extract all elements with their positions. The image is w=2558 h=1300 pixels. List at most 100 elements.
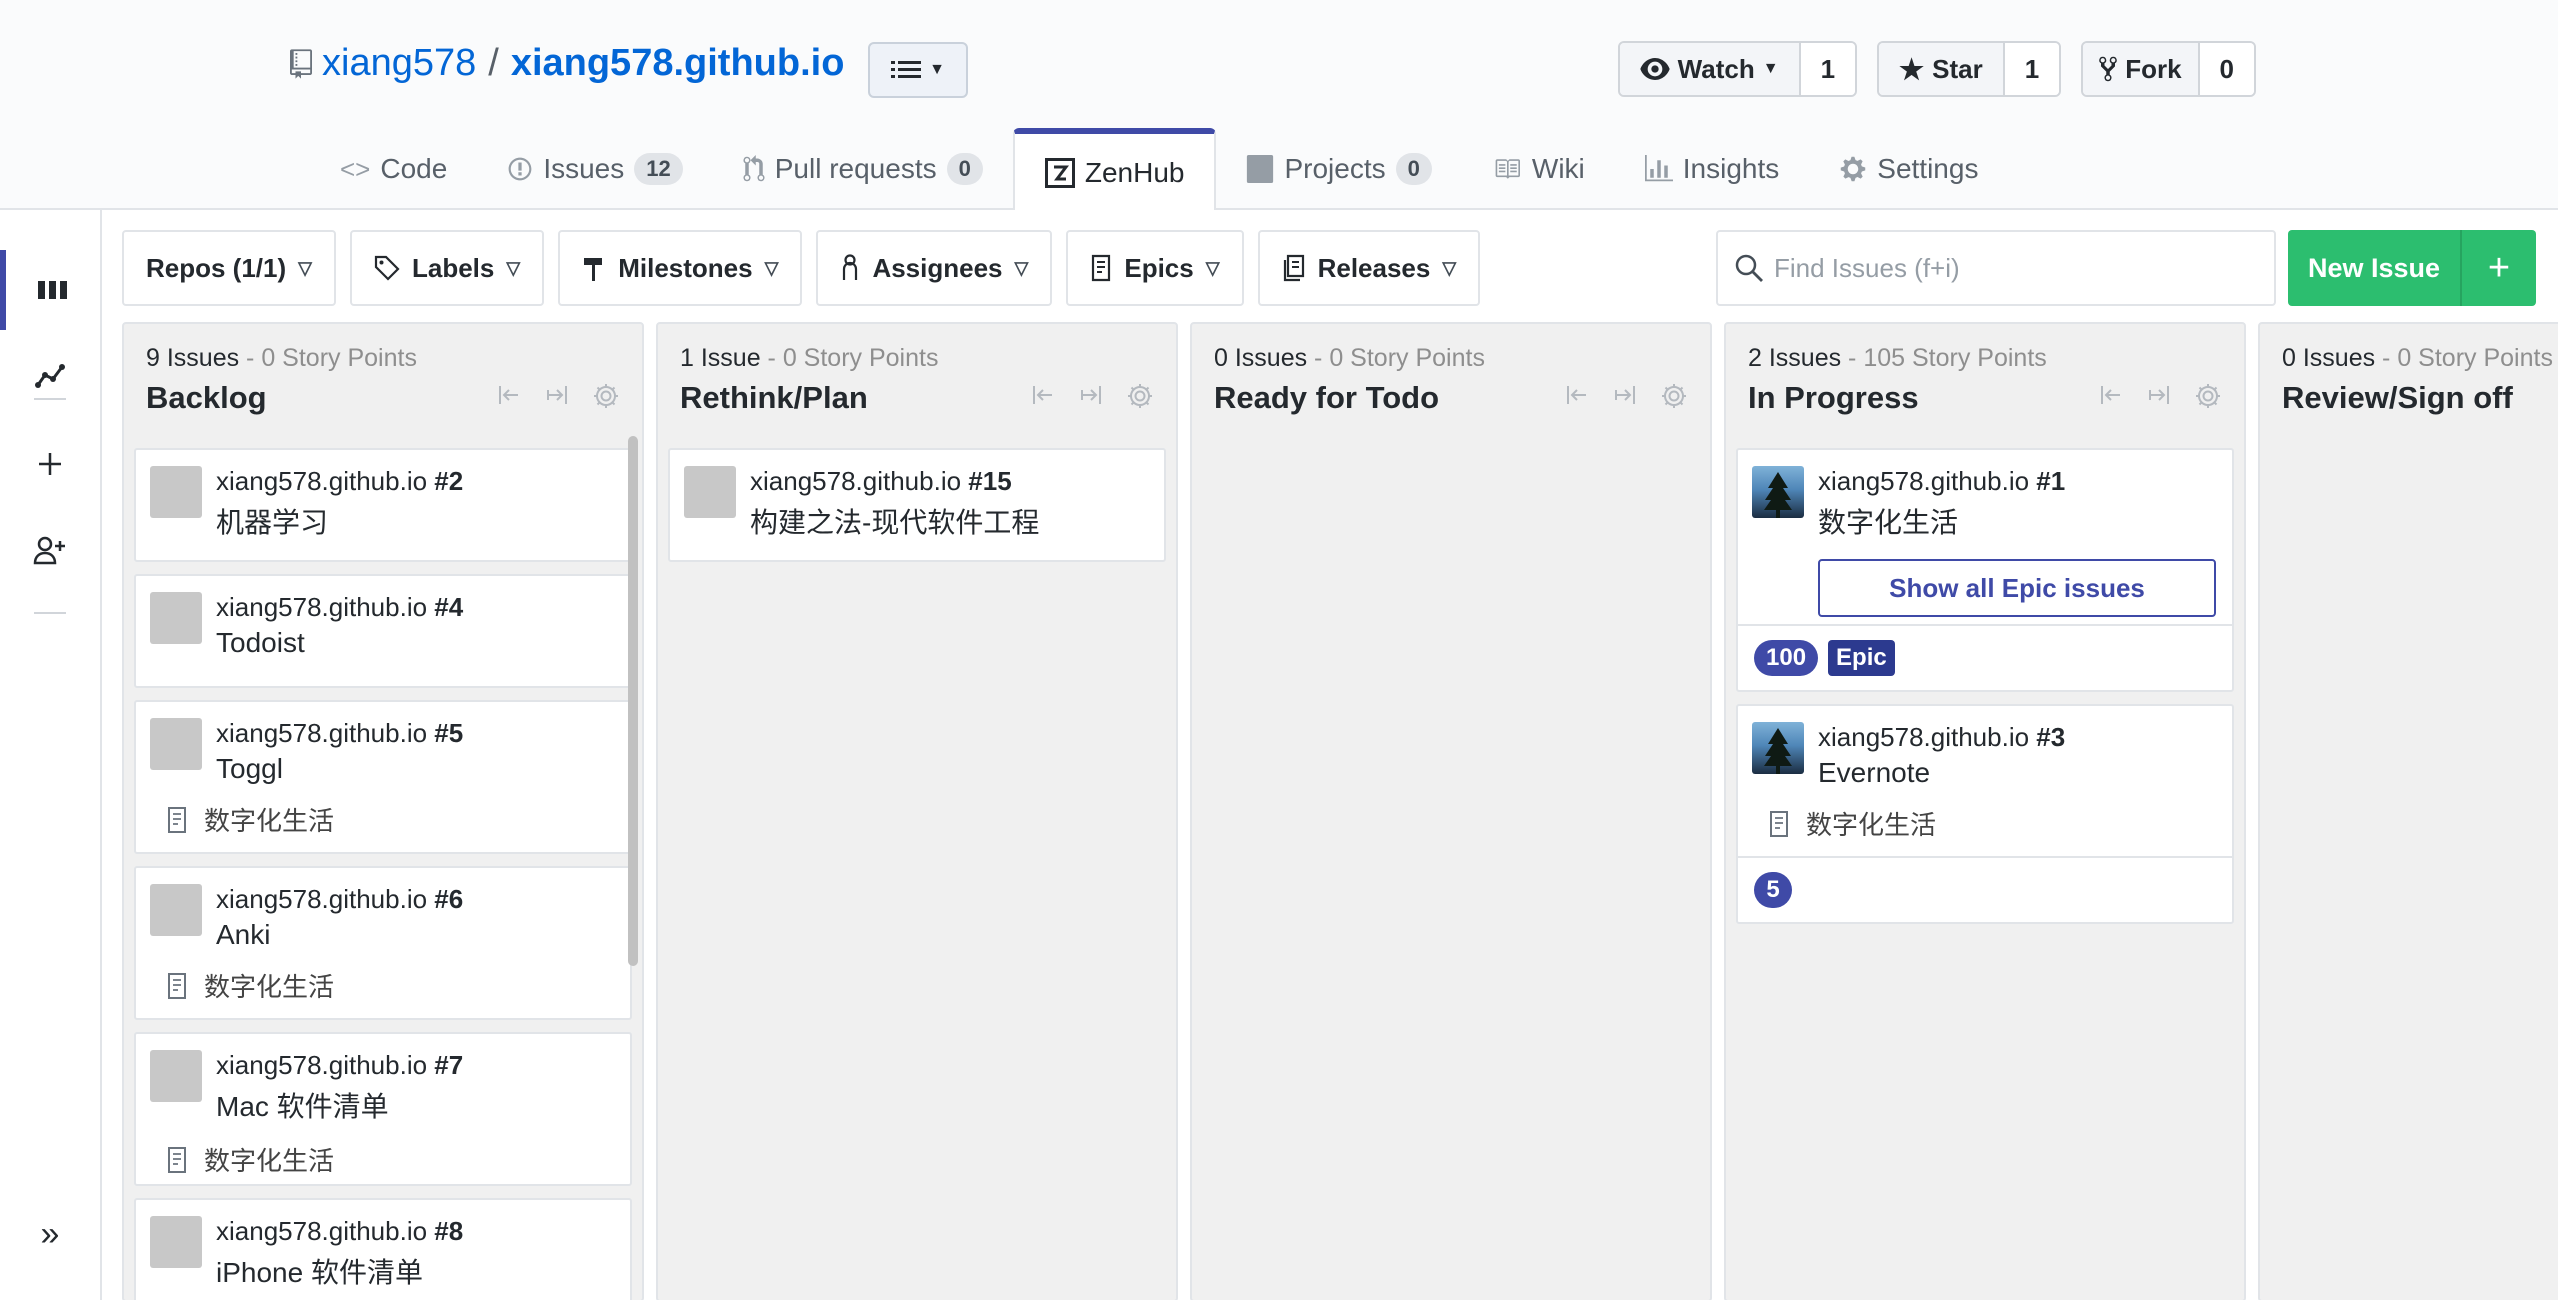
gear-icon[interactable] (1660, 382, 1688, 410)
pipeline-review-sign-off: 0 Issues - 0 Story Points Review/Sign of… (2258, 322, 2558, 1300)
reports-view-button[interactable] (0, 336, 100, 416)
board-view-button[interactable] (0, 250, 100, 330)
repo-tabs: <> Code Issues 12 Pull requests 0 ZenHub… (310, 128, 2008, 212)
collapse-left-icon[interactable] (1030, 382, 1056, 408)
pipeline-issue-count: 2 Issues (1748, 344, 1842, 372)
invite-user-button[interactable] (0, 510, 100, 590)
epic-link[interactable]: 数字化生活 (1768, 805, 2216, 842)
tab-pull-requests[interactable]: Pull requests 0 (713, 128, 1013, 210)
milestone-icon (584, 258, 603, 281)
pipeline-backlog: 9 Issues - 0 Story Points Backlog xiang5… (122, 322, 644, 1300)
issue-card[interactable]: xiang578.github.io #5 Toggl 数字化生活 (134, 700, 632, 854)
nav-separator (34, 398, 66, 400)
collapse-pipeline-icon[interactable] (1612, 382, 1638, 408)
epic-link[interactable]: 数字化生活 (166, 1141, 614, 1178)
repo-icon (290, 48, 312, 79)
watch-button[interactable]: Watch ▼ (1619, 43, 1801, 95)
expand-sidebar-button[interactable]: » (0, 1194, 100, 1274)
milestones-filter-button[interactable]: Milestones ▽ (558, 230, 803, 306)
gear-icon[interactable] (592, 382, 620, 410)
collapse-left-icon[interactable] (496, 382, 522, 408)
filter-label: Assignees (872, 252, 1003, 283)
collapse-left-icon[interactable] (2098, 382, 2124, 408)
chart-line-icon (35, 364, 65, 388)
tab-code[interactable]: <> Code (310, 128, 477, 210)
issue-card[interactable]: xiang578.github.io #6 Anki 数字化生活 (134, 866, 632, 1020)
project-icon (1247, 155, 1274, 183)
issue-card[interactable]: xiang578.github.io #7 Mac 软件清单 数字化生活 (134, 1032, 632, 1186)
add-button[interactable] (0, 424, 100, 504)
epic-link[interactable]: 数字化生活 (166, 801, 614, 838)
gear-icon (1841, 156, 1866, 182)
eye-icon (1640, 58, 1670, 80)
issue-card[interactable]: xiang578.github.io #4 Todoist (134, 574, 632, 688)
card-main: xiang578.github.io #6 Anki 数字化生活 (136, 868, 630, 1018)
add-user-icon (33, 536, 65, 565)
pull-request-icon (743, 155, 765, 182)
epic-card[interactable]: xiang578.github.io #1 数字化生活 Show all Epi… (1736, 448, 2234, 692)
epic-icon (168, 972, 186, 999)
avatar (1752, 466, 1804, 518)
gear-icon[interactable] (2194, 382, 2222, 410)
pipeline-cards: xiang578.github.io #15 构建之法-现代软件工程 (668, 448, 1166, 574)
list-icon (891, 61, 922, 78)
issue-card[interactable]: xiang578.github.io #3 Evernote 数字化生活 5 (1736, 704, 2234, 924)
releases-filter-button[interactable]: Releases ▽ (1257, 230, 1481, 306)
labels-filter-button[interactable]: Labels ▽ (350, 230, 545, 306)
new-issue-plus-icon[interactable]: + (2460, 230, 2536, 306)
epic-link[interactable]: 数字化生活 (166, 967, 614, 1004)
avatar (150, 1050, 202, 1102)
pipeline-name: Ready for Todo (1214, 380, 1440, 415)
issue-card[interactable]: xiang578.github.io #15 构建之法-现代软件工程 (668, 448, 1166, 562)
new-issue-button[interactable]: New Issue + (2288, 230, 2536, 306)
fork-count[interactable]: 0 (2199, 43, 2254, 95)
star-button[interactable]: ★ Star (1879, 43, 2005, 95)
repos-filter-button[interactable]: Repos (1/1) ▽ (122, 230, 336, 306)
fork-button[interactable]: Fork (2083, 43, 2200, 95)
tab-zenhub[interactable]: ZenHub (1012, 128, 1217, 212)
tab-issues[interactable]: Issues 12 (477, 128, 712, 210)
avatar-tree-image (1764, 472, 1792, 518)
watch-count[interactable]: 1 (1800, 43, 1856, 95)
filter-label: Repos (1/1) (146, 252, 287, 283)
fork-label: Fork (2125, 53, 2182, 84)
card-footer: 100 Epic (1738, 624, 2232, 690)
epics-filter-button[interactable]: Epics ▽ (1066, 230, 1244, 306)
pipeline-rethink-plan: 1 Issue - 0 Story Points Rethink/Plan xi… (656, 322, 1178, 1300)
tab-settings[interactable]: Settings (1809, 128, 2008, 210)
tab-wiki[interactable]: Wiki (1462, 128, 1615, 210)
zenhub-sidebar: » (0, 210, 102, 1300)
star-count[interactable]: 1 (2004, 43, 2060, 95)
assignees-filter-button[interactable]: Assignees ▽ (816, 230, 1053, 306)
repo-owner-link[interactable]: xiang578 (322, 42, 476, 85)
pipeline-controls (496, 382, 620, 410)
collapse-pipeline-icon[interactable] (544, 382, 570, 408)
epic-icon (1092, 254, 1111, 282)
gear-icon[interactable] (1126, 382, 1154, 410)
pipeline-name: Backlog (146, 380, 267, 415)
repo-name-link[interactable]: xiang578.github.io (511, 42, 845, 85)
star-group: ★ Star 1 (1877, 41, 2062, 97)
filter-label: Epics (1124, 252, 1194, 283)
tab-projects[interactable]: Projects 0 (1216, 128, 1461, 210)
issue-card[interactable]: xiang578.github.io #8 iPhone 软件清单 (134, 1198, 632, 1300)
show-all-epic-issues-button[interactable]: Show all Epic issues (1818, 559, 2216, 617)
card-main: xiang578.github.io #15 构建之法-现代软件工程 (670, 450, 1164, 560)
pipeline-cards: xiang578.github.io #2 机器学习 xiang578.gith… (134, 448, 632, 1300)
pipeline-meta: 0 Issues - 0 Story Points (1214, 344, 1485, 373)
collapse-left-icon[interactable] (1564, 382, 1590, 408)
find-issues-input[interactable] (1774, 252, 2254, 284)
view-toggle-button[interactable]: ▼ (868, 42, 968, 98)
issue-card[interactable]: xiang578.github.io #2 机器学习 (134, 448, 632, 562)
pipeline-scrollbar[interactable] (628, 436, 638, 966)
plus-icon (39, 453, 61, 475)
collapse-pipeline-icon[interactable] (1078, 382, 1104, 408)
tab-insights[interactable]: Insights (1615, 128, 1810, 210)
issue-ref: xiang578.github.io #7 (216, 1050, 464, 1080)
tab-label: Insights (1682, 153, 1780, 184)
collapse-pipeline-icon[interactable] (2146, 382, 2172, 408)
fork-icon (2099, 56, 2117, 82)
board-icon (38, 281, 67, 299)
pipelines: 9 Issues - 0 Story Points Backlog xiang5… (122, 322, 2558, 1300)
issue-title: Todoist (216, 627, 305, 658)
